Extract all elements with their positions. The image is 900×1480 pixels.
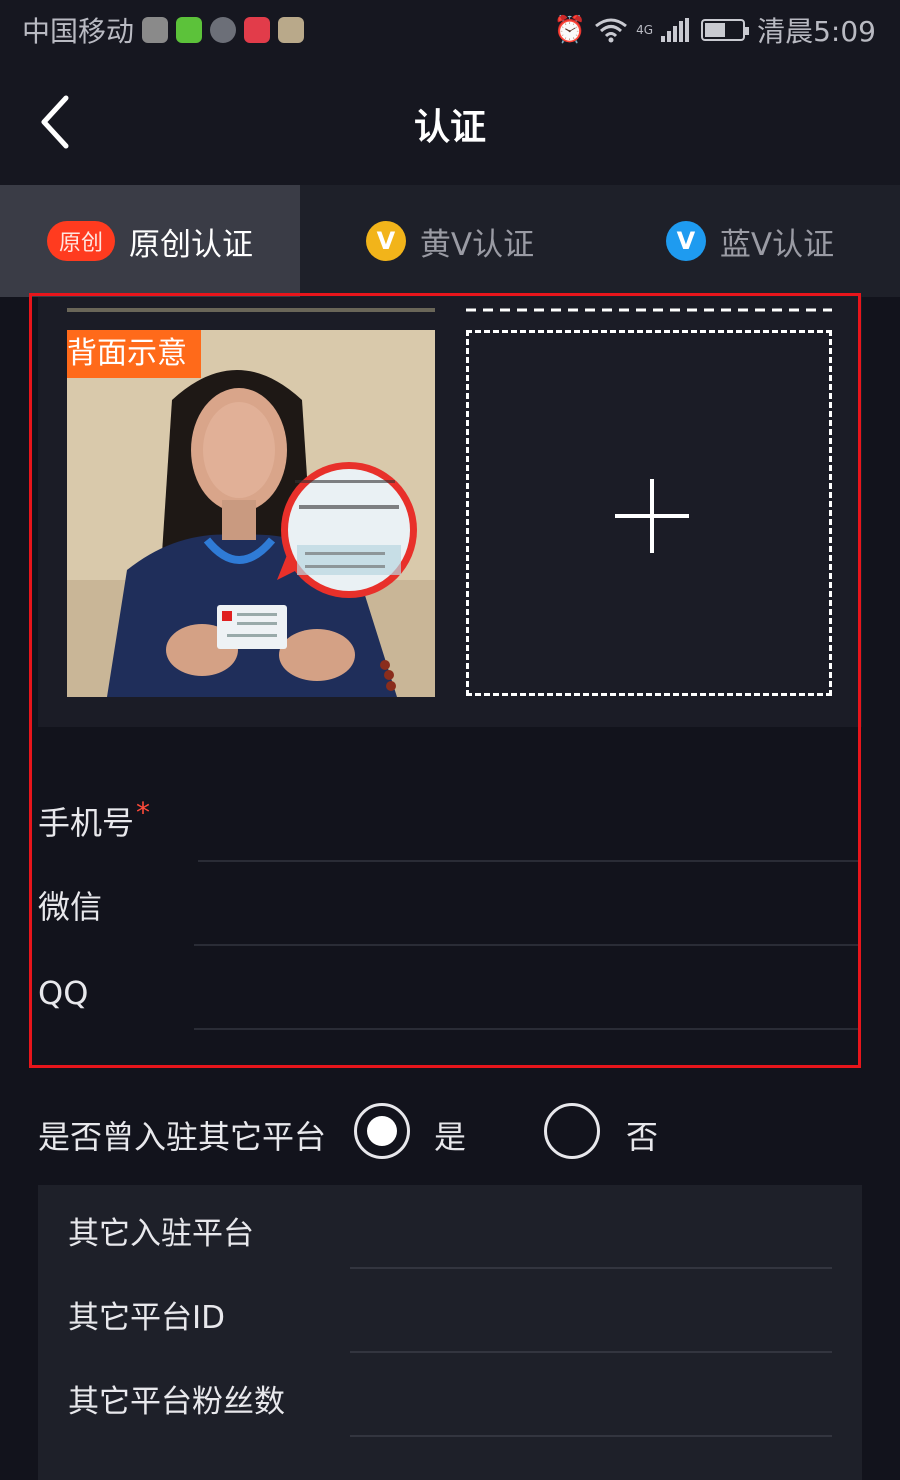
status-bar-right: ⏰ 4G 清晨5:09 (554, 10, 876, 50)
clock-time: 清晨5:09 (757, 15, 876, 48)
other-platform-panel: 其它入驻平台 其它平台ID 其它平台粉丝数 (38, 1185, 862, 1480)
scroll-edge (38, 297, 862, 312)
other-platform-label: 其它入驻平台 (68, 1216, 254, 1252)
status-bar-left: 中国移动 (22, 10, 305, 50)
other-platform-id-label: 其它平台ID (68, 1300, 226, 1336)
app-icon-5 (278, 17, 305, 43)
top-nav-bar: 认证 (0, 60, 900, 185)
network-type: 4G (636, 23, 654, 37)
app-icon-1 (142, 17, 169, 43)
tab-label: 原创认证 (129, 226, 253, 263)
other-platform-row: 其它入驻平台 (68, 1185, 832, 1269)
other-platform-id-input[interactable] (350, 1289, 832, 1353)
phone-field-row: 手机号 * (38, 778, 860, 862)
wechat-field-row: 微信 (38, 862, 860, 946)
platform-question: 是否曾入驻其它平台 (38, 1118, 327, 1156)
phone-input[interactable] (198, 798, 860, 862)
other-platform-fans-input[interactable] (350, 1373, 832, 1437)
qq-input[interactable] (194, 966, 860, 1030)
battery-icon (701, 19, 750, 41)
other-platform-id-row: 其它平台ID (68, 1269, 832, 1353)
other-platform-input[interactable] (350, 1205, 832, 1269)
tab-blue-v-verification[interactable]: V 蓝V认证 (600, 185, 900, 297)
no-label[interactable]: 否 (626, 1112, 658, 1158)
carrier-name: 中国移动 (22, 15, 135, 48)
qq-label: QQ (38, 974, 89, 1012)
other-platform-fans-row: 其它平台粉丝数 (68, 1353, 832, 1437)
wechat-label: 微信 (38, 888, 103, 926)
other-platform-fans-label: 其它平台粉丝数 (68, 1384, 285, 1420)
tab-label: 黄V认证 (419, 226, 535, 263)
yellow-v-icon: V (365, 221, 406, 261)
tab-original-verification[interactable]: 原创 原创认证 (0, 185, 300, 297)
signal-icon (661, 18, 690, 42)
id-upload-section: 背面示意 (38, 297, 862, 727)
upload-photo-button[interactable] (466, 330, 832, 696)
wifi-icon (595, 18, 628, 43)
required-mark: * (136, 796, 150, 829)
original-badge: 原创 (46, 221, 115, 261)
wechat-input[interactable] (194, 882, 860, 946)
app-icon-3 (210, 17, 237, 43)
phone-label: 手机号 (38, 804, 135, 842)
sample-id-photo: 背面示意 (67, 330, 435, 697)
no-radio[interactable] (544, 1103, 600, 1159)
blue-v-icon: V (665, 221, 706, 261)
yes-radio[interactable] (354, 1103, 410, 1159)
status-bar: 中国移动 ⏰ 4G 清晨5:09 (0, 0, 900, 60)
qq-field-row: QQ (38, 946, 860, 1030)
tab-label: 蓝V认证 (719, 226, 835, 263)
sample-label: 背面示意 (67, 330, 201, 378)
alarm-icon: ⏰ (553, 15, 587, 45)
yes-label[interactable]: 是 (434, 1112, 466, 1158)
plus-icon (615, 479, 689, 553)
app-icon-2 (176, 17, 203, 43)
page-title: 认证 (413, 107, 486, 148)
app-icon-4 (244, 17, 271, 43)
id-photo-illustration (67, 330, 435, 697)
verification-tabs: 原创 原创认证 V 黄V认证 V 蓝V认证 (0, 185, 900, 297)
tab-yellow-v-verification[interactable]: V 黄V认证 (300, 185, 600, 297)
